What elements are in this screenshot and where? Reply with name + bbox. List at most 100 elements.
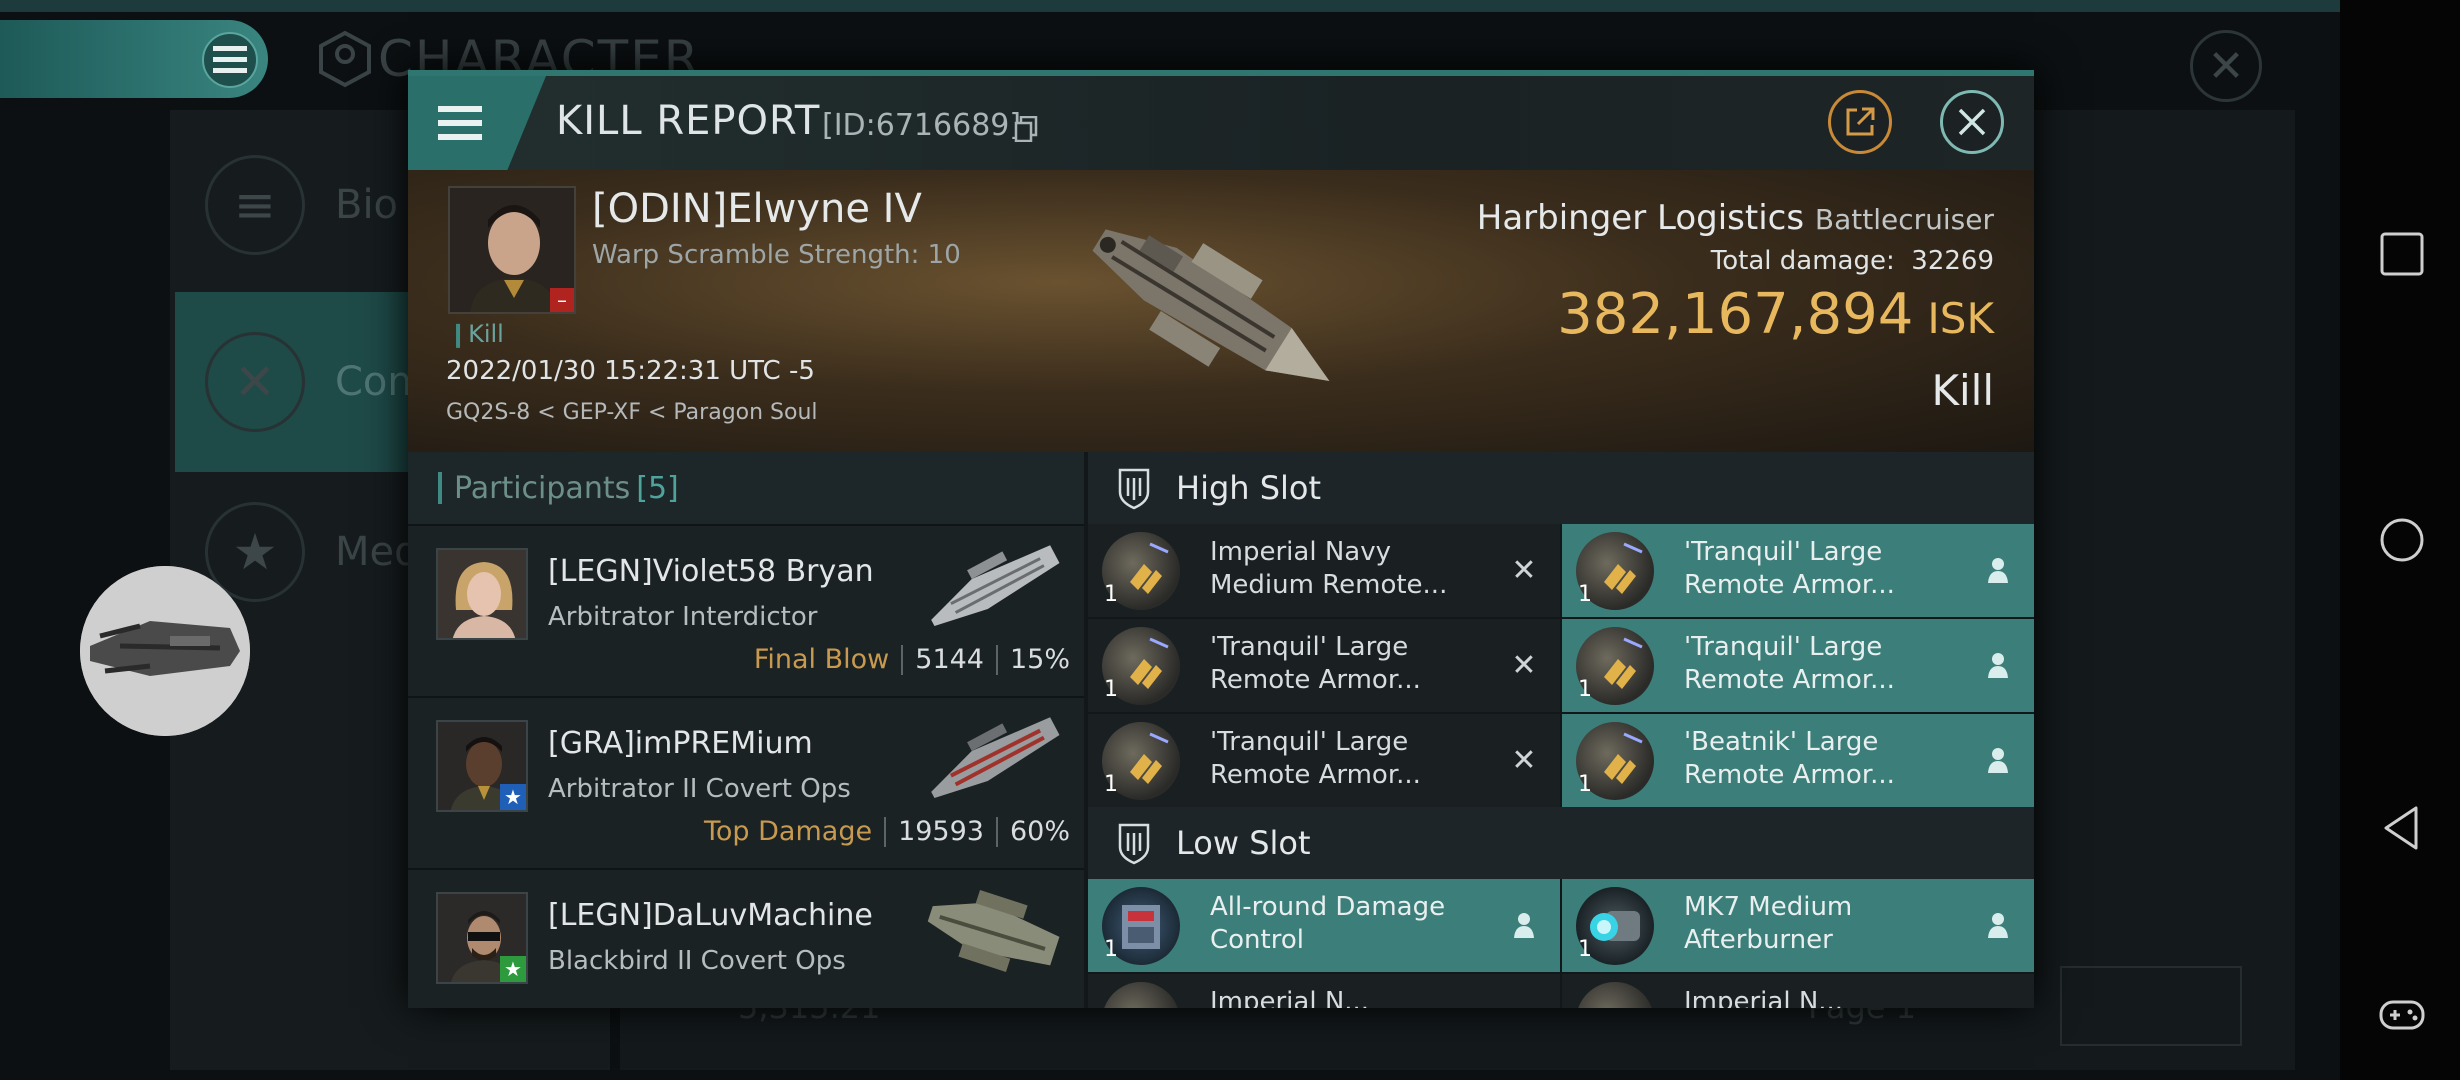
home-icon[interactable] xyxy=(2378,516,2426,564)
module-quantity: 1 xyxy=(1578,937,1592,962)
module-quantity: 1 xyxy=(1104,937,1118,962)
kill-tag-label: Kill xyxy=(468,320,504,348)
module-name: Imperial N... xyxy=(1684,987,1844,1008)
isk-value: 382,167,894 ISK xyxy=(1557,282,1994,347)
destroyed-icon: ✕ xyxy=(1511,647,1537,683)
victim-name[interactable]: [ODIN]Elwyne IV xyxy=(592,186,922,232)
kill-id: [ID:6716689] xyxy=(822,108,1022,143)
participants-header: Participants [5] xyxy=(408,452,1084,524)
low-slot-label: Low Slot xyxy=(1176,824,1311,862)
module-name: All-round Damage Control xyxy=(1210,892,1446,955)
star-icon: ★ xyxy=(500,784,526,810)
module-item[interactable]: 1 'Beatnik' Large Remote Armor... xyxy=(1562,714,2034,807)
back-icon[interactable] xyxy=(2378,804,2426,852)
close-button[interactable] xyxy=(1940,90,2004,154)
low-slot-icon xyxy=(1118,823,1150,865)
star-icon: ★ xyxy=(500,956,526,982)
fitting-panel: High Slot 1 Imperial Navy Medium Remote.… xyxy=(1088,452,2034,1008)
person-icon xyxy=(1508,909,1540,941)
participant-percent: 60% xyxy=(1009,816,1070,847)
participant-name: [GRA]imPREMium xyxy=(548,726,813,761)
participant-role: Top Damage xyxy=(704,816,873,847)
kill-report-dialog: KILL REPORT [ID:6716689] – [ODIN]Elwyne … xyxy=(408,70,2034,1008)
person-icon xyxy=(1982,649,2014,681)
low-slot-grid: 1 All-round Damage Control 1 MK7 Medium … xyxy=(1088,879,2034,1008)
background-close-icon[interactable]: ✕ xyxy=(2190,30,2262,102)
floating-ship-button[interactable] xyxy=(80,566,250,736)
module-item[interactable]: 1 Imperial Navy Medium Remote... ✕ xyxy=(1088,524,1560,617)
module-quantity: 1 xyxy=(1578,677,1592,702)
participant-stats: Top Damage 19593 60% xyxy=(704,816,1070,847)
filter-button[interactable] xyxy=(2060,966,2242,1046)
ship-name-text: Harbinger Logistics xyxy=(1476,198,1805,238)
sidebar-item-label: Bio xyxy=(335,182,399,228)
share-button[interactable] xyxy=(1828,90,1892,154)
module-item[interactable]: 1 'Tranquil' Large Remote Armor... xyxy=(1562,619,2034,712)
gamepad-icon[interactable] xyxy=(2378,990,2426,1038)
result-label: Kill xyxy=(1931,366,1994,415)
isk-unit: ISK xyxy=(1927,294,1994,343)
dialog-header: KILL REPORT [ID:6716689] xyxy=(408,76,2034,170)
module-item[interactable]: 1 'Tranquil' Large Remote Armor... xyxy=(1562,524,2034,617)
negative-standing-badge: – xyxy=(550,288,574,312)
module-quantity: 1 xyxy=(1578,772,1592,797)
module-item[interactable]: 1 MK7 Medium Afterburner xyxy=(1562,879,2034,972)
module-name: 'Tranquil' Large Remote Armor... xyxy=(1210,632,1421,695)
participant-ship: Arbitrator Interdictor xyxy=(548,602,818,632)
close-icon xyxy=(1958,108,1986,136)
dialog-title: KILL REPORT xyxy=(556,98,821,144)
combat-icon: ✕ xyxy=(205,332,305,432)
module-name: Imperial Navy Medium Remote... xyxy=(1210,537,1448,600)
module-name: MK7 Medium Afterburner xyxy=(1684,892,1853,955)
participant-name: [LEGN]DaLuvMachine xyxy=(548,898,873,933)
hamburger-icon[interactable] xyxy=(202,32,258,88)
dialog-menu-button[interactable] xyxy=(408,76,546,170)
participant-stats: Final Blow 5144 15% xyxy=(754,644,1070,675)
module-item[interactable]: 1 'Tranquil' Large Remote Armor... ✕ xyxy=(1088,619,1560,712)
module-item[interactable]: 1 Imperial N... xyxy=(1562,974,2034,1008)
high-slot-icon xyxy=(1118,468,1150,510)
participant-row[interactable]: ★ [GRA]imPREMium Arbitrator II Covert Op… xyxy=(408,696,1084,868)
participants-count: [5] xyxy=(636,470,679,506)
total-damage-label: Total damage: xyxy=(1710,246,1895,276)
ship-name: Harbinger Logistics Battlecruiser xyxy=(1477,198,1994,238)
module-quantity: 1 xyxy=(1104,677,1118,702)
participant-ship-image xyxy=(931,545,1060,627)
high-slot-header: High Slot xyxy=(1088,452,2034,524)
high-slot-grid: 1 Imperial Navy Medium Remote... ✕ 1 'Tr… xyxy=(1088,524,2034,807)
participant-ship-image xyxy=(927,889,1060,973)
module-item[interactable]: 1 All-round Damage Control xyxy=(1088,879,1560,972)
kill-location[interactable]: GQ2S-8 < GEP-XF < Paragon Soul xyxy=(446,400,818,425)
copy-icon[interactable] xyxy=(1014,116,1038,142)
module-quantity: 1 xyxy=(1578,582,1592,607)
kill-datetime: 2022/01/30 15:22:31 UTC -5 xyxy=(446,356,815,386)
kill-tag: ❙Kill xyxy=(448,320,504,348)
participant-ship-image xyxy=(931,717,1060,799)
module-item[interactable]: 1 'Tranquil' Large Remote Armor... ✕ xyxy=(1088,714,1560,807)
participant-row[interactable]: ★ [LEGN]DaLuvMachine Blackbird II Covert… xyxy=(408,868,1084,1008)
high-slot-label: High Slot xyxy=(1176,469,1322,507)
ship-class: Battlecruiser xyxy=(1814,203,1994,236)
module-name: 'Tranquil' Large Remote Armor... xyxy=(1210,727,1421,790)
divider xyxy=(901,644,904,675)
participant-ship: Blackbird II Covert Ops xyxy=(548,946,846,976)
hamburger-icon xyxy=(438,106,482,140)
participant-name: [LEGN]Violet58 Bryan xyxy=(548,554,874,589)
participant-ship: Arbitrator II Covert Ops xyxy=(548,774,851,804)
background-menu-tab[interactable] xyxy=(0,20,268,98)
system-navigation xyxy=(2340,0,2460,1080)
divider xyxy=(884,816,887,847)
ship-icon xyxy=(80,566,250,736)
ship-render xyxy=(1092,229,1330,381)
module-quantity: 1 xyxy=(1104,772,1118,797)
person-icon xyxy=(1982,744,2014,776)
module-item[interactable]: 1 Imperial N... xyxy=(1088,974,1560,1008)
total-damage-value: 32269 xyxy=(1911,246,1994,276)
module-name: 'Tranquil' Large Remote Armor... xyxy=(1684,537,1895,600)
warp-scramble-strength: Warp Scramble Strength: 10 xyxy=(592,240,961,270)
module-name: 'Beatnik' Large Remote Armor... xyxy=(1684,727,1895,790)
avatar xyxy=(436,548,528,640)
header-accent-bar xyxy=(438,472,442,504)
recents-icon[interactable] xyxy=(2378,230,2426,278)
participant-row[interactable]: [LEGN]Violet58 Bryan Arbitrator Interdic… xyxy=(408,524,1084,696)
